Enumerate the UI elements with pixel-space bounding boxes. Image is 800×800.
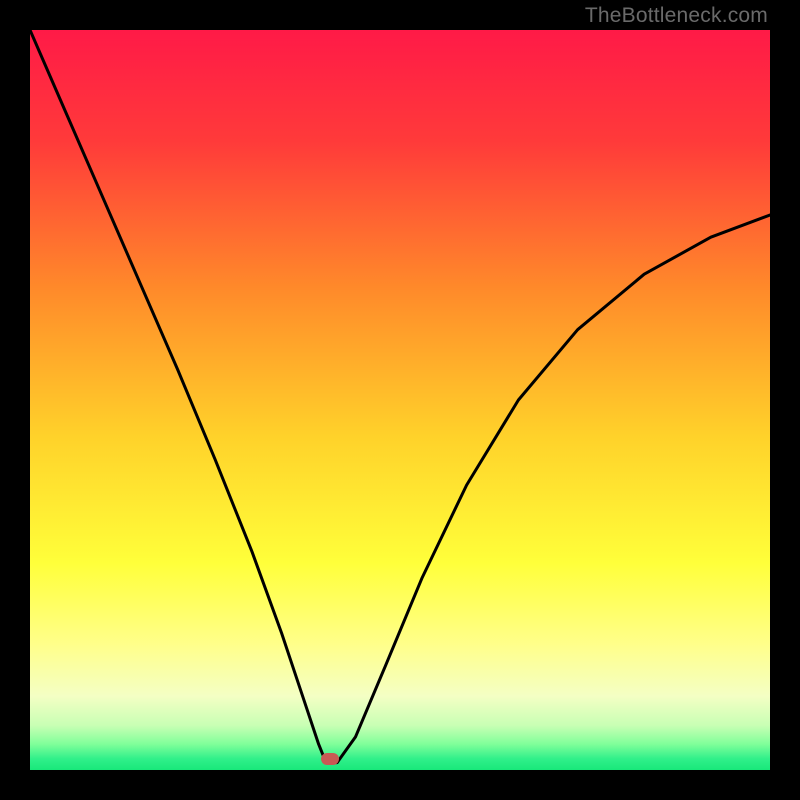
plot-area [30,30,770,770]
bottleneck-curve [30,30,770,770]
current-config-marker [321,753,339,765]
watermark-text: TheBottleneck.com [585,4,768,28]
chart-frame: TheBottleneck.com [0,0,800,800]
